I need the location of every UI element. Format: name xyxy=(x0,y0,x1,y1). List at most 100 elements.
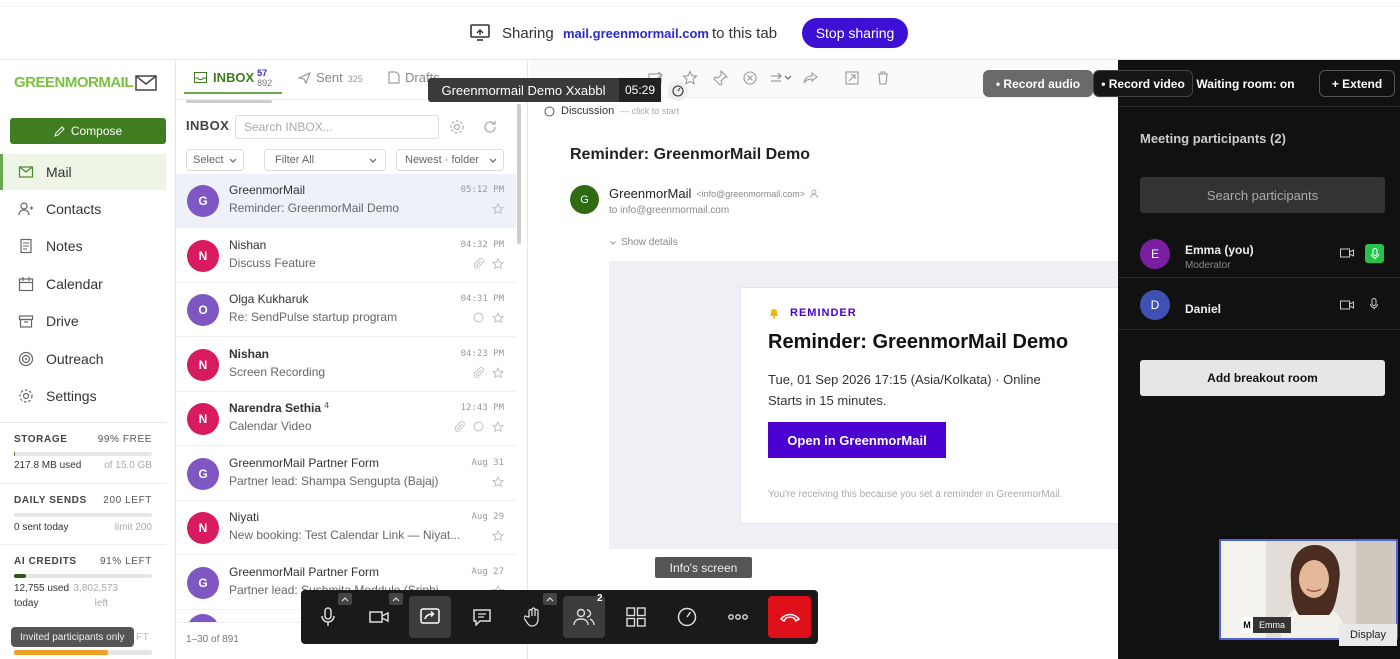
close-circle-icon[interactable] xyxy=(742,70,758,86)
tab-sent-label: Sent xyxy=(316,70,343,85)
camera-icon xyxy=(369,611,389,623)
ai-credits-left: 91% LEFT xyxy=(99,556,152,567)
leave-call-button[interactable] xyxy=(768,596,811,638)
app-sidebar: GREENMORMAIL Compose Mail Contacts Notes… xyxy=(0,60,176,659)
waiting-room-toggle[interactable]: Waiting room: on xyxy=(1193,70,1298,97)
microphone-icon[interactable] xyxy=(1370,298,1378,310)
gear-icon[interactable] xyxy=(449,119,465,135)
list-scrollbar[interactable] xyxy=(517,104,521,244)
camera-icon[interactable] xyxy=(1340,248,1354,258)
tab-sent[interactable]: Sent 325 xyxy=(298,70,363,85)
sort-dropdown[interactable]: Newest · folder xyxy=(396,149,504,171)
nav-label: Notes xyxy=(46,238,83,254)
print-icon[interactable] xyxy=(844,70,860,86)
tile-view-button[interactable] xyxy=(615,596,657,638)
chevron-up-icon xyxy=(341,596,349,601)
thread-count: 4 xyxy=(324,401,329,410)
add-breakout-room-button[interactable]: Add breakout room xyxy=(1140,360,1385,396)
star-icon xyxy=(492,421,504,433)
ai-credits-header: AI CREDITS 91% LEFT xyxy=(14,556,152,567)
sends-bar xyxy=(14,513,152,517)
open-in-greenmormail-button[interactable]: Open in GreenmorMail xyxy=(768,422,946,458)
table-row[interactable]: N Nishan Screen Recording 04:23 PM xyxy=(176,338,516,392)
select-dropdown[interactable]: Select xyxy=(186,149,244,171)
chat-button[interactable] xyxy=(461,596,503,638)
meeting-panel: Meeting participants (2) Search particip… xyxy=(1118,60,1400,659)
sender-name[interactable]: GreenmorMail xyxy=(609,186,691,201)
star-icon xyxy=(492,530,504,542)
nav-contacts[interactable]: Contacts xyxy=(0,191,166,227)
compose-button[interactable]: Compose xyxy=(10,118,166,144)
star-icon xyxy=(492,257,504,269)
camera-icon[interactable] xyxy=(1340,300,1354,310)
pin-icon[interactable] xyxy=(712,70,728,86)
table-row[interactable]: G GreenmorMail Reminder: GreenmorMail Demo… xyxy=(176,174,516,228)
list-title: INBOX xyxy=(186,118,230,133)
camera-options-caret[interactable] xyxy=(389,593,403,605)
filter-dropdown[interactable]: Filter All xyxy=(264,149,386,171)
brand-logo[interactable]: GREENMORMAIL xyxy=(14,74,157,91)
storage-bar xyxy=(14,452,152,456)
participants-count-badge: 2 xyxy=(597,593,603,604)
search-inbox-input[interactable]: Search INBOX... xyxy=(235,115,439,139)
sends-left: 200 LEFT xyxy=(103,495,152,506)
pencil-icon xyxy=(54,125,65,137)
message-subject: Re: SendPulse startup program xyxy=(229,310,398,324)
record-video-button[interactable]: • Record video xyxy=(1093,70,1193,97)
screen-share-button[interactable] xyxy=(409,596,451,638)
ai-credits-label: AI CREDITS xyxy=(14,556,77,567)
speed-gauge-icon[interactable] xyxy=(668,81,688,101)
message-sender: GreenmorMail xyxy=(229,183,306,197)
screen-share-bar: Sharing mail.greenmormail.com to this ta… xyxy=(0,0,1400,60)
nav-drive[interactable]: Drive xyxy=(0,303,166,339)
row-actions xyxy=(473,312,504,324)
extend-button[interactable]: + Extend xyxy=(1319,70,1395,97)
table-row[interactable]: O Olga Kukharuk Re: SendPulse startup prog… xyxy=(176,283,516,337)
nav-outreach[interactable]: Outreach xyxy=(0,341,166,377)
trash-icon[interactable] xyxy=(876,70,890,86)
share-icon[interactable] xyxy=(803,70,819,86)
nav-notes[interactable]: Notes xyxy=(0,228,166,264)
table-row[interactable]: N Narendra Sethia 4 Calendar Video 12:43 PM xyxy=(176,392,516,446)
active-tab-indicator xyxy=(184,92,282,94)
participant-row[interactable]: D Daniel xyxy=(1118,282,1400,330)
participant-row[interactable]: E Emma (you) Moderator xyxy=(1118,230,1400,278)
mail-icon xyxy=(18,166,34,178)
list-footer-count: 1–30 of 891 xyxy=(186,634,239,645)
tabs-scrollbar[interactable] xyxy=(186,100,272,103)
move-dropdown-icon[interactable] xyxy=(770,71,794,85)
table-row[interactable]: G GreenmorMail Partner Form Partner lead: … xyxy=(176,447,516,501)
screen-root: { "share_bar": {"prefix":"Sharing","doma… xyxy=(0,0,1400,659)
search-participants-input[interactable]: Search participants xyxy=(1140,177,1385,213)
mic-options-caret[interactable] xyxy=(338,593,352,605)
message-time: 04:31 PM xyxy=(460,294,504,304)
nav-calendar[interactable]: Calendar xyxy=(0,266,166,302)
video-name: Emma xyxy=(1253,617,1292,633)
microphone-on-icon[interactable] xyxy=(1365,244,1384,263)
record-audio-button[interactable]: • Record audio xyxy=(983,70,1093,97)
nav-mail[interactable]: Mail xyxy=(0,154,166,190)
raise-hand-icon xyxy=(524,607,539,627)
discussion-toggle[interactable]: Discussion — click to start xyxy=(544,105,679,117)
show-details-toggle[interactable]: Show details xyxy=(610,237,678,248)
more-options-button[interactable] xyxy=(717,596,759,638)
refresh-icon[interactable] xyxy=(482,119,498,135)
table-row[interactable]: N Nishan Discuss Feature 04:32 PM xyxy=(176,229,516,283)
sort-label: Newest · folder xyxy=(405,154,479,166)
message-subject: New booking: Test Calendar Link — Niyat.… xyxy=(229,528,461,542)
filter-label: Filter All xyxy=(275,154,315,166)
tab-inbox[interactable]: INBOX 57 892 xyxy=(194,68,272,88)
message-subject: Partner lead: Shampa Sengupta (Bajaj) xyxy=(229,473,439,488)
table-row[interactable]: N Niyati New booking: Test Calendar Link —… xyxy=(176,501,516,555)
display-button[interactable]: Display xyxy=(1339,624,1397,646)
reactions-caret[interactable] xyxy=(543,593,557,605)
avatar: G xyxy=(187,566,219,599)
performance-button[interactable] xyxy=(666,596,708,638)
ai-credits-values: 12,755 used 3,802,573 xyxy=(14,583,152,594)
nav-settings[interactable]: Settings xyxy=(0,378,166,414)
video-badge: M xyxy=(1241,617,1253,633)
stop-sharing-button[interactable]: Stop sharing xyxy=(802,18,908,48)
stat-header-partial: FT xyxy=(136,632,150,643)
participant-role: Moderator xyxy=(1185,260,1231,271)
tab-inbox-label: INBOX xyxy=(213,70,255,85)
